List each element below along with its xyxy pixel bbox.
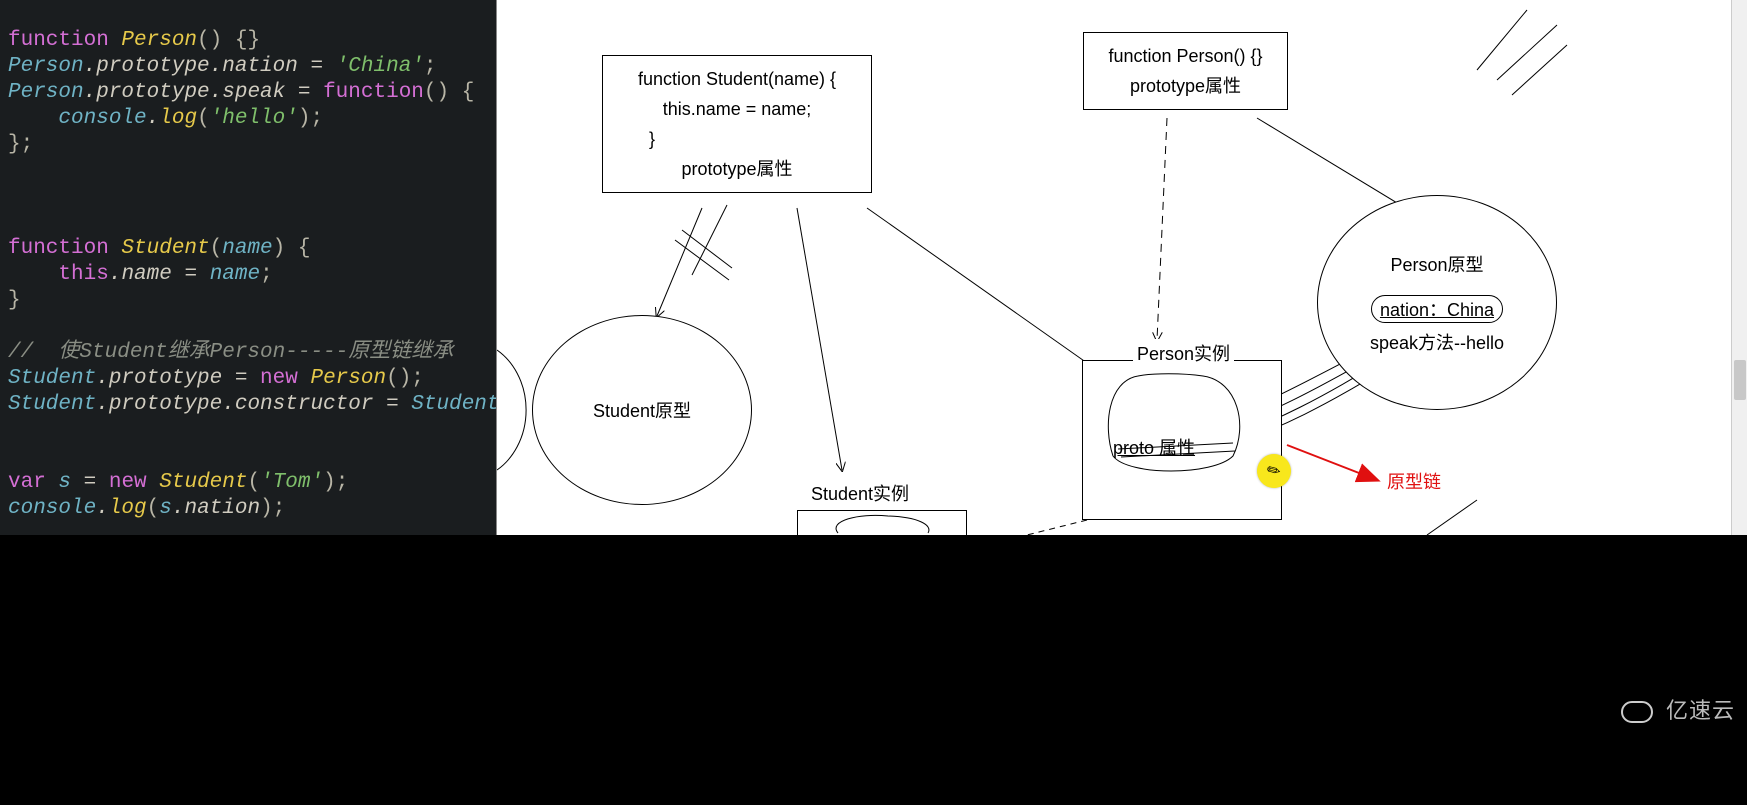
student-fn-line1: function Student(name) {	[609, 64, 865, 94]
prototype-chain-diagram: function Student(name) { this.name = nam…	[496, 0, 1747, 535]
person-fn-line2: prototype属性	[1090, 71, 1281, 101]
person-proto-speak: speak方法--hello	[1370, 329, 1504, 355]
box-person-instance: Person实例 proto 属性	[1082, 360, 1282, 520]
circle-person-prototype: Person原型 nation：China speak方法--hello	[1317, 195, 1557, 410]
vertical-scrollbar[interactable]	[1731, 0, 1747, 535]
code-editor: function Person() {} Person.prototype.na…	[0, 0, 496, 535]
box-student-function: function Student(name) { this.name = nam…	[602, 55, 872, 193]
watermark: 亿速云	[1621, 693, 1735, 725]
person-fn-line1: function Person() {}	[1090, 41, 1281, 71]
circle-student-prototype: Student原型	[532, 315, 752, 505]
student-fn-line2: this.name = name;	[609, 94, 865, 124]
student-instance-scribble-icon	[818, 513, 938, 535]
watermark-text: 亿速云	[1666, 698, 1735, 723]
student-proto-label: Student原型	[593, 397, 691, 423]
scrollbar-thumb[interactable]	[1734, 360, 1746, 400]
box-student-instance-partial	[797, 510, 967, 535]
person-instance-title: Person实例	[1133, 339, 1234, 369]
box-person-function: function Person() {} prototype属性	[1083, 32, 1288, 110]
student-fn-line4: prototype属性	[609, 154, 865, 184]
label-student-instance: Student实例	[811, 480, 909, 506]
label-prototype-chain: 原型链	[1387, 468, 1441, 494]
student-fn-line3: }	[609, 124, 865, 154]
person-proto-nation: nation：China	[1371, 295, 1503, 323]
person-proto-title: Person原型	[1390, 251, 1483, 277]
person-instance-proto: proto 属性	[1113, 433, 1195, 463]
person-instance-scribble-icon	[1093, 371, 1253, 481]
